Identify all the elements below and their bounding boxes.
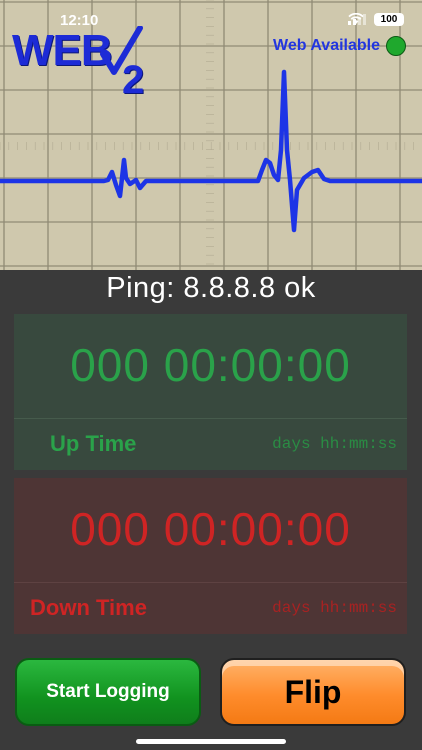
logo-subscript: 2 (122, 58, 145, 102)
panel-divider (14, 582, 407, 583)
down-time-value: 000 00:00:00 (70, 503, 351, 555)
up-time-panel: 000 00:00:00 Up Time days hh:mm:ss (14, 314, 407, 470)
ecg-display: 12:10 100 WEB 2 Web Available (0, 0, 422, 270)
up-time-format: days hh:mm:ss (272, 435, 397, 453)
down-time-label: Down Time (30, 595, 147, 620)
down-time-panel: 000 00:00:00 Down Time days hh:mm:ss (14, 478, 407, 634)
flip-button[interactable]: Flip (220, 658, 406, 726)
start-logging-button[interactable]: Start Logging (15, 658, 201, 726)
home-indicator[interactable] (136, 739, 286, 744)
web-status-label: Web Available (273, 37, 380, 54)
down-time-format: days hh:mm:ss (272, 599, 397, 617)
wifi-icon (348, 13, 364, 24)
status-dot (386, 36, 406, 56)
ping-status: Ping: 8.8.8.8 ok (106, 272, 316, 304)
up-time-label: Up Time (50, 431, 137, 456)
app-logo: WEB (12, 26, 113, 75)
ecg-waveform (0, 69, 422, 233)
battery-icon: 100 (374, 13, 404, 26)
status-bar-icons: 100 (348, 13, 404, 26)
panel-divider (14, 418, 407, 419)
web-status: Web Available (273, 36, 406, 56)
up-time-value: 000 00:00:00 (70, 339, 351, 391)
